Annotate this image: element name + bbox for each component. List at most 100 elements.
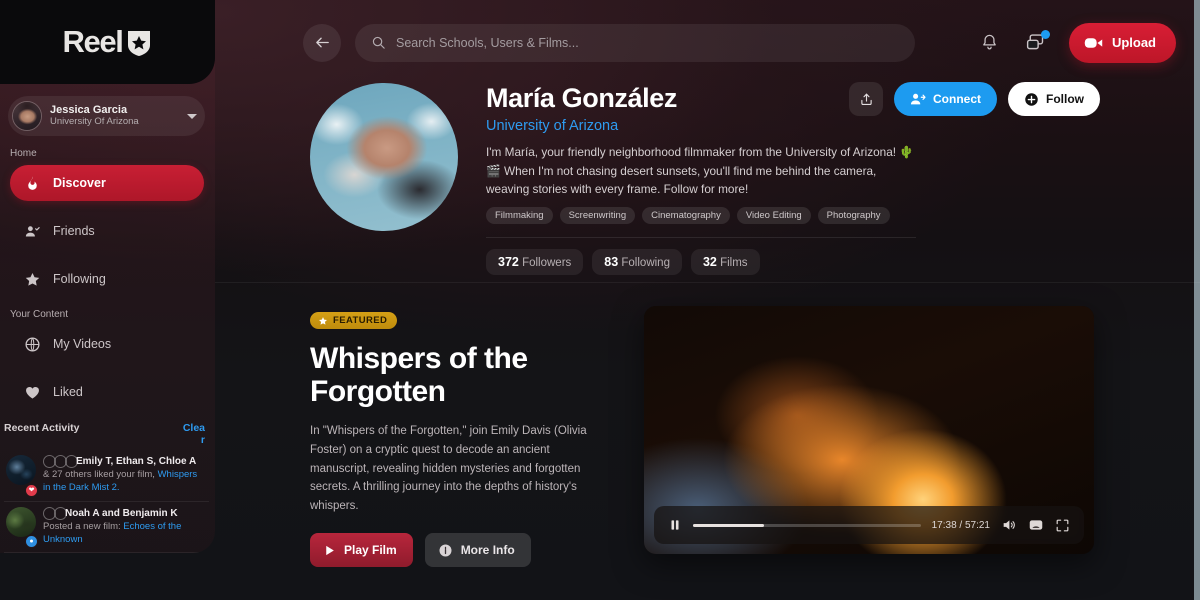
activity-names: Emily T, Ethan S, Chloe A <box>76 456 197 468</box>
bell-icon <box>983 34 997 50</box>
page-title: María González <box>486 83 677 113</box>
nav-section-label-home: Home <box>10 148 37 159</box>
featured-description: In "Whispers of the Forgotten," join Emi… <box>310 425 587 512</box>
star-icon <box>319 316 327 325</box>
activity-text: & 27 others liked your film, Whispers in… <box>43 469 207 495</box>
volume-button[interactable] <box>1001 517 1017 533</box>
connect-label: Connect <box>933 92 981 106</box>
connect-button[interactable]: Connect <box>894 82 997 116</box>
user-school: University Of Arizona <box>50 116 139 128</box>
list-item[interactable]: ❤ Emily T, Ethan S, Chloe A & 27 others … <box>4 450 209 502</box>
featured-actions: Play Film More Info <box>310 533 610 568</box>
video-controls: 17:38 / 57:21 <box>654 506 1084 544</box>
activity-thumb: ● <box>6 506 38 549</box>
recent-activity-header: Recent Activity Clear <box>0 422 215 446</box>
pause-button[interactable] <box>668 518 682 532</box>
stat-value: 32 <box>702 255 717 270</box>
sidebar-item-label: My Videos <box>53 337 112 351</box>
captions-button[interactable] <box>1028 517 1044 533</box>
friends-icon <box>25 225 40 236</box>
unread-badge <box>1040 29 1050 39</box>
divider <box>486 237 916 239</box>
search-bar[interactable] <box>355 23 915 62</box>
share-button[interactable] <box>849 82 883 116</box>
sidebar-item-following[interactable]: Following <box>10 261 204 297</box>
video-player[interactable]: 17:38 / 57:21 <box>644 306 1094 554</box>
video-progress-slider[interactable] <box>693 523 921 527</box>
progress-fill <box>693 523 764 527</box>
search-input[interactable] <box>396 35 899 50</box>
play-film-button[interactable]: Play Film <box>310 533 413 568</box>
stat-label: Followers <box>522 257 572 270</box>
fullscreen-button[interactable] <box>1055 518 1070 533</box>
profile-details: María González University of Arizona I'm… <box>486 78 1100 276</box>
stat-label: Films <box>720 257 748 270</box>
back-button[interactable] <box>303 23 341 62</box>
featured-badge-label: FEATURED <box>333 315 388 326</box>
nav-section-label-your-content: Your Content <box>10 309 69 320</box>
notifications-button[interactable] <box>977 30 1003 56</box>
brand-logo[interactable]: Reel <box>63 24 153 60</box>
featured-info: FEATURED Whispers of the Forgotten In "W… <box>310 306 610 600</box>
shield-icon <box>128 30 151 56</box>
stat-following[interactable]: 83 Following <box>592 249 682 276</box>
star-icon <box>25 272 40 286</box>
user-account-switcher[interactable]: Jessica Garcia University Of Arizona <box>8 96 205 136</box>
logo-bar: Reel <box>0 0 215 84</box>
profile-school-link[interactable]: University of Arizona <box>486 118 1100 134</box>
pause-icon <box>671 520 679 530</box>
tag-filmmaking[interactable]: Filmmaking <box>486 207 553 225</box>
follow-button[interactable]: Follow <box>1008 82 1100 116</box>
stat-films[interactable]: 32 Films <box>690 249 760 276</box>
more-info-label: More Info <box>460 543 515 558</box>
recent-activity-title: Recent Activity <box>4 422 80 434</box>
play-film-label: Play Film <box>344 543 397 558</box>
profile-header: María González University of Arizona I'm… <box>215 78 1200 278</box>
featured-title: Whispers of the Forgotten <box>310 341 528 409</box>
sidebar-item-liked[interactable]: Liked <box>10 374 204 410</box>
heart-badge-icon: ❤ <box>25 483 38 497</box>
activity-text: Posted a new film: Echoes of the Unknown <box>43 521 207 547</box>
volume-icon <box>1003 520 1015 530</box>
clear-activity-button[interactable]: Clear <box>179 422 205 446</box>
sidebar-item-label: Following <box>53 272 106 286</box>
recent-activity-list: ❤ Emily T, Ethan S, Chloe A & 27 others … <box>0 450 215 553</box>
messages-button[interactable] <box>1023 29 1050 56</box>
avatar <box>12 101 42 131</box>
activity-thumb: ❤ <box>6 455 38 497</box>
sidebar-item-friends[interactable]: Friends <box>10 213 204 249</box>
play-icon <box>326 545 334 556</box>
tag-video-editing[interactable]: Video Editing <box>736 207 811 225</box>
heart-icon <box>26 386 39 399</box>
stat-followers[interactable]: 372 Followers <box>486 249 584 276</box>
tag-photography[interactable]: Photography <box>817 207 890 225</box>
profile-actions: Connect Follow <box>849 82 1100 116</box>
arrow-left-icon <box>315 37 329 48</box>
sidebar-item-my-videos[interactable]: My Videos <box>10 326 204 362</box>
user-meta: Jessica Garcia University Of Arizona <box>50 104 179 129</box>
user-name: Jessica Garcia <box>50 103 128 116</box>
stat-value: 83 <box>604 255 619 270</box>
featured-film-section: FEATURED Whispers of the Forgotten In "W… <box>215 292 1200 600</box>
sidebar-item-label: Friends <box>53 224 95 238</box>
video-time-display: 17:38 / 57:21 <box>931 519 990 531</box>
profile-bio: I'm María, your friendly neighborhood fi… <box>486 145 915 196</box>
sidebar-item-discover[interactable]: Discover <box>10 165 204 201</box>
stat-value: 372 <box>498 255 519 270</box>
plus-circle-icon <box>1025 92 1038 106</box>
captions-icon <box>1029 520 1043 530</box>
activity-text-body: Posted a new film: <box>43 520 124 532</box>
list-item[interactable]: ● Noah A and Benjamin K Posted a new fil… <box>4 502 209 553</box>
video-globe-icon <box>25 336 40 352</box>
upload-button[interactable]: Upload <box>1068 22 1176 63</box>
more-info-button[interactable]: More Info <box>424 533 531 568</box>
chevron-down-icon[interactable] <box>187 113 197 119</box>
top-bar: Upload <box>215 0 1200 85</box>
status-badge: FEATURED <box>310 312 398 329</box>
info-icon <box>439 544 452 557</box>
tag-screenwriting[interactable]: Screenwriting <box>559 207 636 225</box>
brand-name: Reel <box>62 24 124 59</box>
tag-cinematography[interactable]: Cinematography <box>642 207 730 225</box>
person-add-icon <box>910 93 926 105</box>
profile-avatar[interactable] <box>310 83 458 231</box>
